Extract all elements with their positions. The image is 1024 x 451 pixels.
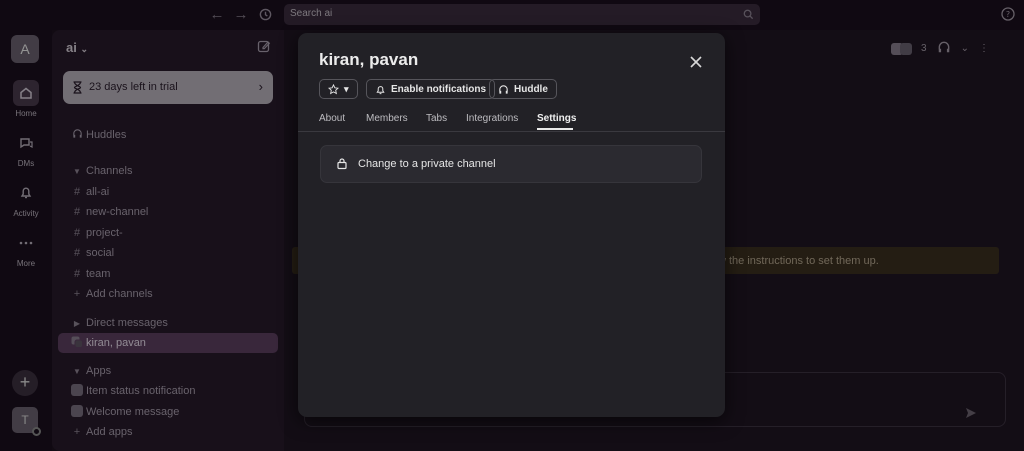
- lock-icon: [336, 157, 348, 175]
- modal-title: kiran, pavan: [319, 50, 419, 69]
- star-button[interactable]: ▾: [319, 79, 358, 99]
- headphones-icon: [499, 84, 508, 94]
- tab-members[interactable]: Members: [366, 113, 408, 124]
- enable-notifications-label: Enable notifications: [391, 83, 487, 95]
- chevron-down-icon: ▾: [344, 83, 349, 94]
- close-icon[interactable]: [687, 53, 705, 71]
- star-icon: [328, 83, 339, 94]
- channel-details-modal: kiran, pavan ▾ Enable notifications Hudd…: [298, 33, 725, 417]
- enable-notifications-button[interactable]: Enable notifications: [366, 79, 496, 99]
- huddle-button[interactable]: Huddle: [489, 79, 557, 99]
- bell-icon: [376, 85, 385, 94]
- tab-tabs[interactable]: Tabs: [426, 113, 447, 124]
- tab-integrations[interactable]: Integrations: [466, 113, 518, 124]
- modal-tabs: About Members Tabs Integrations Settings: [298, 113, 725, 132]
- option-label: Change to a private channel: [358, 158, 496, 170]
- active-tab-indicator: [537, 128, 573, 130]
- tab-about[interactable]: About: [319, 113, 345, 124]
- change-to-private-option[interactable]: Change to a private channel: [320, 145, 702, 183]
- huddle-label: Huddle: [514, 83, 548, 95]
- tab-settings[interactable]: Settings: [537, 113, 576, 124]
